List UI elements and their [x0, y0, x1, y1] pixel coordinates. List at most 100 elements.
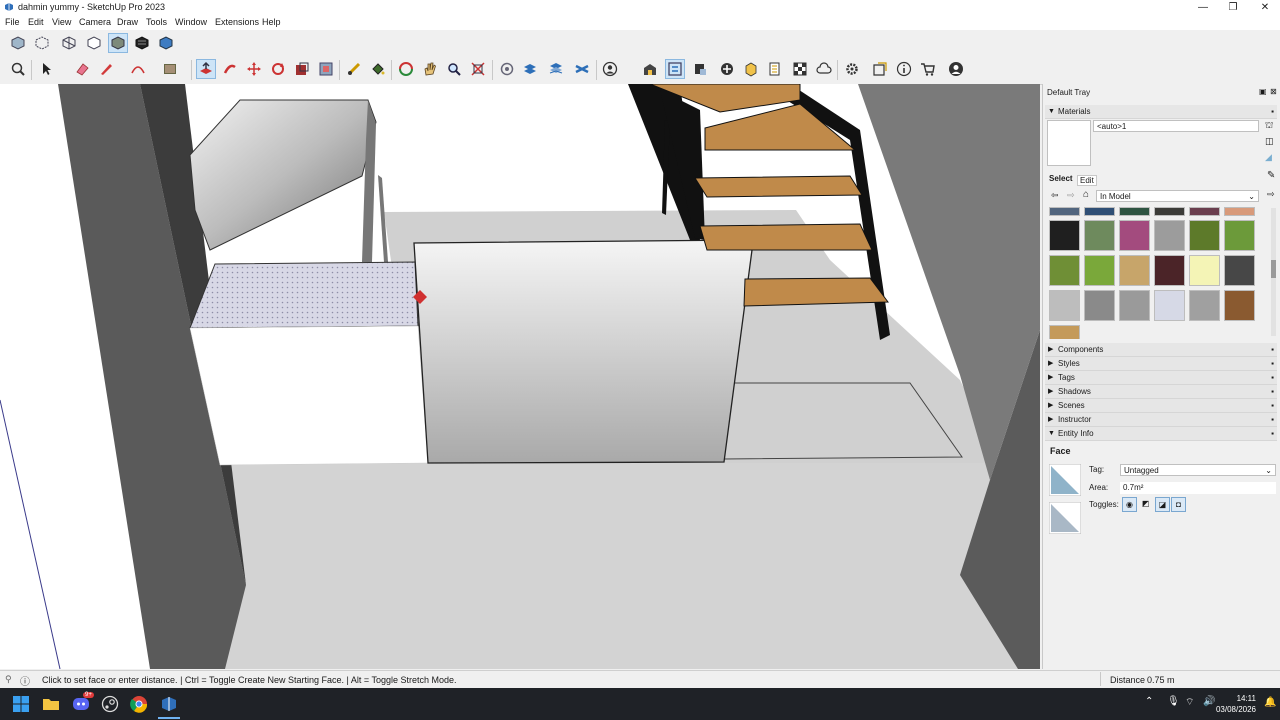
- material-swatch[interactable]: [1119, 207, 1150, 216]
- section-fill-icon[interactable]: [520, 59, 540, 79]
- tray-pin-icon[interactable]: ▣: [1259, 87, 1267, 96]
- wireframe-style-icon[interactable]: [59, 33, 79, 53]
- material-swatch[interactable]: [1084, 255, 1115, 286]
- paint-bucket-icon[interactable]: [368, 59, 388, 79]
- visible-toggle-eye-icon[interactable]: ◉: [1122, 497, 1137, 512]
- chrome-icon[interactable]: [130, 695, 148, 713]
- material-swatch[interactable]: [1084, 220, 1115, 251]
- section-export-icon[interactable]: [870, 59, 890, 79]
- material-swatch[interactable]: [1189, 220, 1220, 251]
- zoom-icon[interactable]: [444, 59, 464, 79]
- material-swatch[interactable]: [1189, 290, 1220, 321]
- volume-icon[interactable]: 🔊: [1203, 696, 1215, 707]
- forward-arrow-icon[interactable]: ⇨: [1067, 190, 1075, 201]
- section-cut-icon[interactable]: [546, 59, 566, 79]
- shaded-textures-style-icon[interactable]: [132, 33, 152, 53]
- info-icon[interactable]: ⓘ: [20, 673, 30, 688]
- sketchup-taskbar-icon[interactable]: [160, 695, 178, 713]
- maximize-button[interactable]: ❐: [1218, 0, 1248, 15]
- zoom-window-icon[interactable]: [468, 59, 488, 79]
- rectangle-icon[interactable]: [160, 59, 180, 79]
- warehouse-icon[interactable]: [640, 59, 660, 79]
- home-icon[interactable]: ⌂: [1083, 189, 1089, 200]
- material-swatch[interactable]: [1049, 255, 1080, 286]
- tag-select[interactable]: Untagged ⌄: [1120, 464, 1276, 476]
- zoom-extents-icon[interactable]: [8, 59, 28, 79]
- scenes-header[interactable]: ▶ Scenes ▪: [1045, 399, 1277, 413]
- components-panel-icon[interactable]: [665, 59, 685, 79]
- components-header[interactable]: ▶ Components ▪: [1045, 343, 1277, 357]
- orbit-icon[interactable]: [396, 59, 416, 79]
- tape-measure-icon[interactable]: [344, 59, 364, 79]
- lock-toggle-icon[interactable]: ◘: [1171, 497, 1186, 512]
- model-info-icon[interactable]: [894, 59, 914, 79]
- display-sections-icon[interactable]: [572, 59, 592, 79]
- monochrome-style-icon[interactable]: [156, 33, 176, 53]
- arc-icon[interactable]: [128, 59, 148, 79]
- tray-chevron-up-icon[interactable]: ⌃: [1145, 696, 1153, 707]
- minimize-button[interactable]: —: [1188, 0, 1218, 15]
- cast-shadows-toggle-icon[interactable]: ◩: [1139, 497, 1152, 510]
- materials-header[interactable]: ▼ Materials ▪: [1045, 105, 1277, 119]
- material-swatch[interactable]: [1049, 290, 1080, 321]
- instructor-header[interactable]: ▶ Instructor ▪: [1045, 413, 1277, 427]
- model-viewport[interactable]: [0, 84, 1040, 669]
- material-swatch[interactable]: [1049, 220, 1080, 251]
- back-arrow-icon[interactable]: ⇦: [1051, 190, 1059, 201]
- material-swatch[interactable]: [1154, 290, 1185, 321]
- xray-style-icon[interactable]: [8, 33, 28, 53]
- select-arrow-icon[interactable]: [36, 59, 56, 79]
- follow-me-icon[interactable]: [220, 59, 240, 79]
- menu-file[interactable]: File: [5, 17, 20, 27]
- checker-texture-icon[interactable]: [790, 59, 810, 79]
- default-material-icon[interactable]: ◢: [1265, 152, 1272, 163]
- swatch-scrollbar[interactable]: [1271, 208, 1276, 336]
- pan-hand-icon[interactable]: [420, 59, 440, 79]
- material-swatch[interactable]: [1084, 207, 1115, 216]
- eyedropper-icon[interactable]: ✎: [1267, 170, 1275, 181]
- pencil-line-icon[interactable]: [96, 59, 116, 79]
- tab-select[interactable]: Select: [1049, 174, 1073, 183]
- material-swatch[interactable]: [1224, 220, 1255, 251]
- settings-gear-icon[interactable]: [842, 59, 862, 79]
- minimize-panel-icon[interactable]: ▪: [1271, 105, 1274, 118]
- account-icon[interactable]: [946, 59, 966, 79]
- geolocation-icon[interactable]: ⚲: [5, 674, 12, 685]
- rotate-icon[interactable]: [268, 59, 288, 79]
- shaded-style-icon[interactable]: [108, 33, 128, 53]
- material-swatch[interactable]: [1154, 255, 1185, 286]
- material-swatch[interactable]: [1224, 255, 1255, 286]
- layout-send-icon[interactable]: [765, 59, 785, 79]
- close-button[interactable]: ✕: [1250, 0, 1280, 15]
- wifi-icon[interactable]: ⌔: [1185, 696, 1194, 709]
- menu-window[interactable]: Window: [175, 17, 207, 27]
- move-icon[interactable]: [244, 59, 264, 79]
- material-swatch[interactable]: [1119, 255, 1150, 286]
- material-swatch[interactable]: [1189, 207, 1220, 216]
- cloud-upload-icon[interactable]: [814, 59, 834, 79]
- menu-extensions[interactable]: Extensions: [215, 17, 259, 27]
- material-swatch[interactable]: [1189, 255, 1220, 286]
- offset-icon[interactable]: [316, 59, 336, 79]
- hiddenline-style-icon[interactable]: [84, 33, 104, 53]
- menu-help[interactable]: Help: [262, 17, 281, 27]
- tags-header[interactable]: ▶ Tags ▪: [1045, 371, 1277, 385]
- menu-view[interactable]: View: [52, 17, 71, 27]
- add-location-icon[interactable]: [717, 59, 737, 79]
- entity-info-header[interactable]: ▼ Entity Info ▪: [1045, 427, 1277, 441]
- push-pull-icon[interactable]: [196, 59, 216, 79]
- measurement-value[interactable]: 0.75 m: [1147, 675, 1175, 685]
- eraser-icon[interactable]: [72, 59, 92, 79]
- material-swatch[interactable]: [1224, 290, 1255, 321]
- menu-tools[interactable]: Tools: [146, 17, 167, 27]
- measurements-box[interactable]: Distance 0.75 m: [1100, 672, 1279, 686]
- microphone-icon[interactable]: 🎙: [1167, 696, 1180, 707]
- system-clock[interactable]: 14:11 03/08/2026: [1216, 693, 1256, 715]
- material-swatch[interactable]: [1224, 207, 1255, 216]
- menu-draw[interactable]: Draw: [117, 17, 138, 27]
- scale-icon[interactable]: [292, 59, 312, 79]
- share-model-icon[interactable]: [690, 59, 710, 79]
- material-swatch[interactable]: [1084, 290, 1115, 321]
- tab-edit[interactable]: Edit: [1077, 175, 1097, 186]
- notifications-bell-icon[interactable]: 🔔: [1264, 697, 1276, 708]
